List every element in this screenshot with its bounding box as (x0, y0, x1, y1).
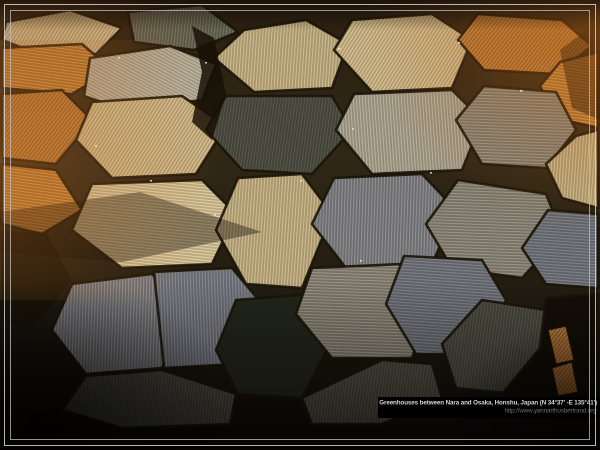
greenhouse-aerial-photo (0, 0, 600, 450)
photo-credit-url: http://www.yannarthusbertrand.org (505, 408, 597, 414)
photo-caption-text: Greenhouses between Nara and Osaka, Hons… (379, 400, 597, 406)
caption-bar: Greenhouses between Nara and Osaka, Hons… (378, 397, 600, 418)
wallpaper-stage: Greenhouses between Nara and Osaka, Hons… (0, 0, 600, 450)
